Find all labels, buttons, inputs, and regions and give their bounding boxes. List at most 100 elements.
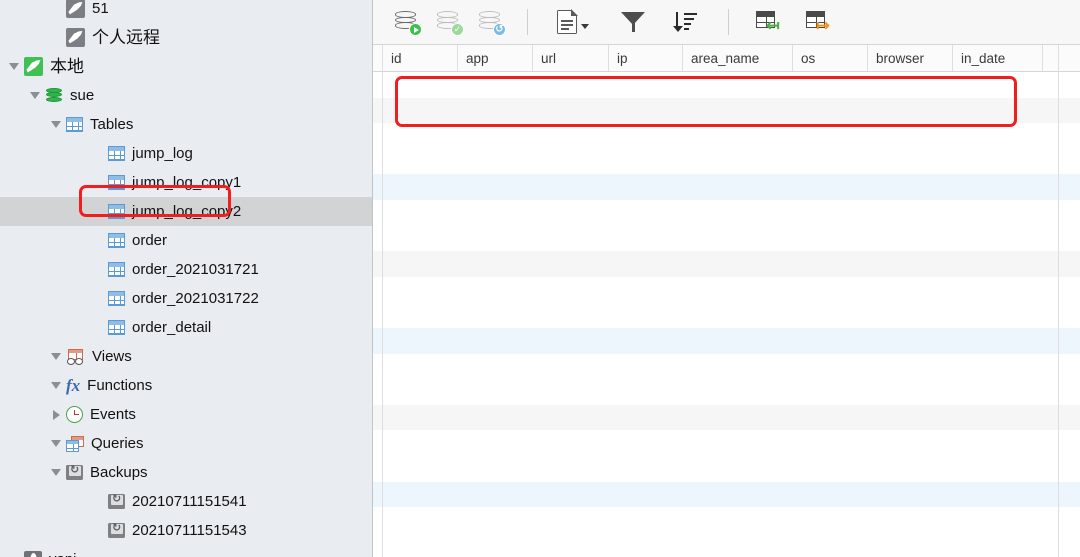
filter-button[interactable] xyxy=(612,3,654,41)
row-gutter xyxy=(373,97,383,124)
table-row[interactable] xyxy=(373,97,1080,124)
column-header-id[interactable]: id xyxy=(383,45,458,71)
sidebar-item-backups[interactable]: Backups xyxy=(0,458,372,487)
row-body xyxy=(383,327,1080,354)
column-header-in_date[interactable]: in_date xyxy=(953,45,1043,71)
backup-icon xyxy=(108,492,125,509)
row-body xyxy=(383,251,1080,277)
disclosure-triangle-expanded[interactable] xyxy=(46,440,66,447)
disclosure-triangle-expanded[interactable] xyxy=(46,469,66,476)
sidebar-item-jump-log-copy1[interactable]: jump_log_copy1 xyxy=(0,168,372,197)
sort-button[interactable] xyxy=(666,3,708,41)
table-row[interactable] xyxy=(373,455,1080,482)
column-header-area_name[interactable]: area_name xyxy=(683,45,793,71)
table-row[interactable] xyxy=(373,251,1080,277)
sidebar-item-51[interactable]: 51 xyxy=(0,0,372,23)
column-header-url[interactable]: url xyxy=(533,45,609,71)
clock-icon xyxy=(66,406,83,423)
sidebar-item-label: order_2021031721 xyxy=(132,260,259,278)
sidebar-item-order[interactable]: order xyxy=(0,226,372,255)
table-row[interactable] xyxy=(373,353,1080,380)
grid-header-row[interactable]: id app url ip area_name os browser in_date xyxy=(373,45,1080,72)
row-gutter xyxy=(373,379,383,405)
table-row[interactable] xyxy=(373,148,1080,175)
row-gutter xyxy=(373,302,383,328)
disclosure-triangle-expanded[interactable] xyxy=(46,121,66,128)
sidebar-item-sue[interactable]: sue xyxy=(0,81,372,110)
table-row[interactable] xyxy=(373,225,1080,252)
row-body xyxy=(383,199,1080,226)
sidebar-item--[interactable]: 本地 xyxy=(0,52,372,81)
table-folder-icon xyxy=(66,117,83,132)
sidebar-item-jump-log[interactable]: jump_log xyxy=(0,139,372,168)
sidebar-item-order-2021031722[interactable]: order_2021031722 xyxy=(0,284,372,313)
column-header-os[interactable]: os xyxy=(793,45,868,71)
database-icon xyxy=(45,87,63,105)
column-header-app[interactable]: app xyxy=(458,45,533,71)
view-mode-button[interactable] xyxy=(546,3,600,41)
column-header-browser[interactable]: browser xyxy=(868,45,953,71)
disclosure-triangle-expanded[interactable] xyxy=(46,353,66,360)
import-wizard-button[interactable]: ↤ xyxy=(747,3,789,41)
disclosure-triangle-expanded[interactable] xyxy=(4,63,24,70)
document-icon xyxy=(557,9,578,34)
row-gutter xyxy=(373,225,383,252)
table-row[interactable] xyxy=(373,379,1080,405)
sort-descending-icon xyxy=(673,10,699,34)
table-row[interactable] xyxy=(373,174,1080,200)
row-gutter xyxy=(373,72,383,98)
row-gutter xyxy=(373,327,383,354)
sidebar-item-events[interactable]: Events xyxy=(0,400,372,429)
database-commit-icon xyxy=(437,9,464,36)
sidebar-item-views[interactable]: Views xyxy=(0,342,372,371)
sidebar-item-order-2021031721[interactable]: order_2021031721 xyxy=(0,255,372,284)
sidebar-item-functions[interactable]: fx Functions xyxy=(0,371,372,400)
table-row[interactable] xyxy=(373,404,1080,431)
backup-icon xyxy=(66,463,83,480)
sidebar-item-tables[interactable]: Tables xyxy=(0,110,372,139)
table-row[interactable] xyxy=(373,481,1080,508)
export-wizard-button[interactable]: ↦ xyxy=(797,3,839,41)
grid-rows[interactable] xyxy=(373,72,1080,557)
disclosure-triangle-expanded[interactable] xyxy=(46,382,66,389)
table-icon xyxy=(108,175,125,190)
sidebar-item-queries[interactable]: Queries xyxy=(0,429,372,458)
sidebar-item-label: jump_log_copy2 xyxy=(132,202,242,220)
sidebar-item-jump-log-copy2[interactable]: jump_log_copy2 xyxy=(0,197,372,226)
table-row[interactable] xyxy=(373,276,1080,303)
sidebar-item-20210711151543[interactable]: 20210711151543 xyxy=(0,516,372,545)
sidebar-item-label: Backups xyxy=(90,463,148,481)
commit-button[interactable] xyxy=(429,3,471,41)
row-gutter xyxy=(373,148,383,175)
sidebar-item-vapi[interactable]: vapi xyxy=(0,545,372,557)
table-row[interactable] xyxy=(373,199,1080,226)
table-row[interactable] xyxy=(373,327,1080,354)
object-tree-sidebar[interactable]: 51 个人远程 本地 sue Tables jump_log jump_log_copy1j… xyxy=(0,0,373,557)
table-row[interactable] xyxy=(373,507,1080,533)
table-row[interactable] xyxy=(373,123,1080,149)
table-icon xyxy=(108,204,125,219)
start-transaction-button[interactable] xyxy=(387,3,429,41)
table-row[interactable] xyxy=(373,302,1080,328)
server-icon xyxy=(24,550,42,557)
table-row[interactable] xyxy=(373,430,1080,456)
disclosure-triangle-expanded[interactable] xyxy=(25,92,45,99)
row-body xyxy=(383,353,1080,380)
chevron-down-icon xyxy=(581,23,589,29)
data-grid[interactable]: id app url ip area_name os browser in_date xyxy=(373,45,1080,557)
sidebar-item--[interactable]: 个人远程 xyxy=(0,23,372,52)
row-body xyxy=(383,404,1080,431)
row-body xyxy=(383,123,1080,149)
rollback-button[interactable] xyxy=(471,3,513,41)
table-icon xyxy=(108,233,125,248)
toolbar-separator-2 xyxy=(728,9,729,35)
grid-right-column-divider xyxy=(1058,45,1059,557)
table-row[interactable] xyxy=(373,532,1080,557)
sidebar-item-order-detail[interactable]: order_detail xyxy=(0,313,372,342)
table-row[interactable] xyxy=(373,72,1080,98)
views-icon xyxy=(66,348,85,365)
sidebar-item-20210711151541[interactable]: 20210711151541 xyxy=(0,487,372,516)
disclosure-triangle-collapsed[interactable] xyxy=(46,409,66,420)
column-header-ip[interactable]: ip xyxy=(609,45,683,71)
grid-toolbar[interactable]: ↤ ↦ xyxy=(373,0,1080,45)
